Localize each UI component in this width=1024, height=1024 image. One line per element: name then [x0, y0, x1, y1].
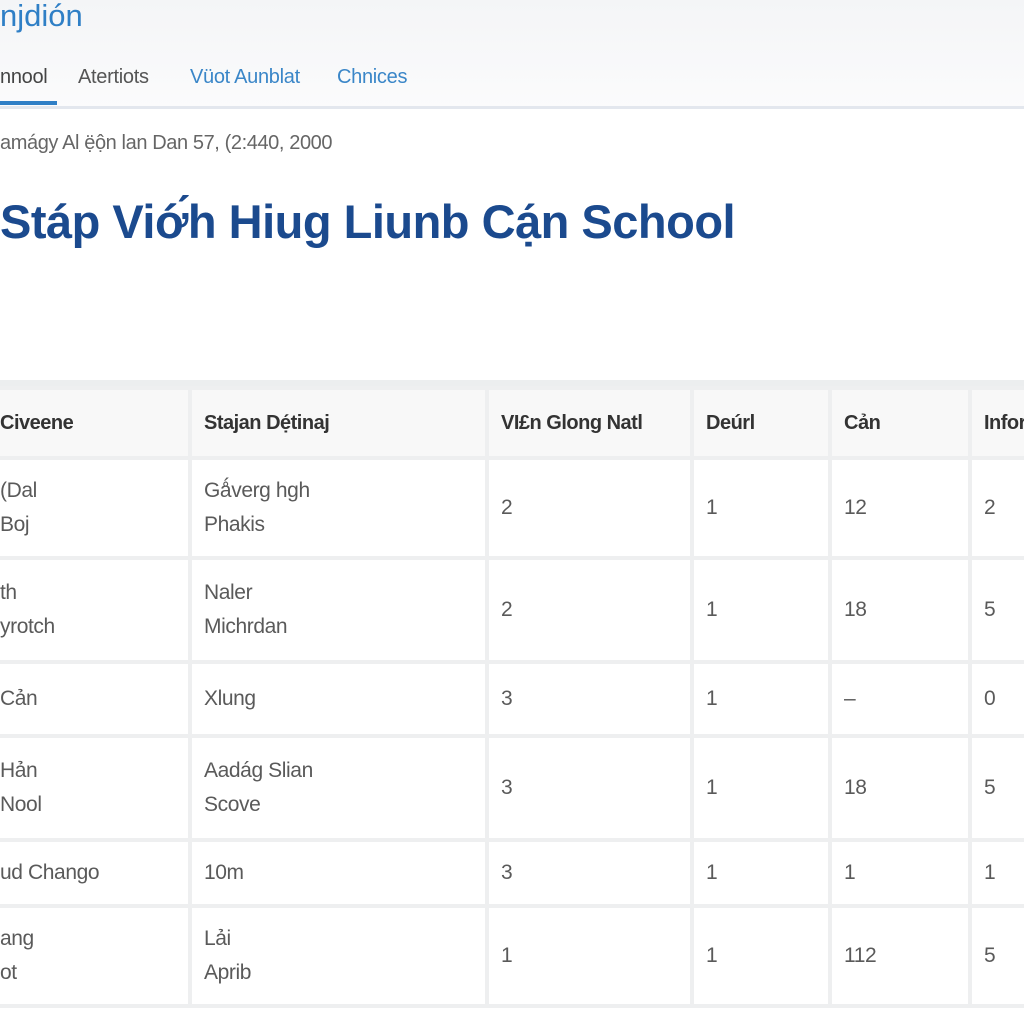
table-cell: 0 [968, 660, 1024, 738]
table-cell: 10m [188, 838, 489, 908]
table-cell: 18 [828, 556, 972, 664]
table-header-row: Civeene Stajan Dẹ́tinaj VI£n Glong Natl Deú… [0, 386, 1024, 460]
tab-choices[interactable]: Chnices [337, 66, 407, 89]
table-cell: 1 [828, 838, 972, 908]
column-header[interactable]: Cản [828, 386, 972, 460]
column-header[interactable]: VI£n Glong Natl [485, 386, 694, 460]
table-cell: 112 [828, 904, 972, 1008]
table-cell: Gǻverg hgh Phakis [188, 456, 489, 560]
table-row[interactable]: (Dal Boj Gǻverg hgh Phakis 2 1 12 2 [0, 456, 1024, 560]
table-cell: 1 [690, 456, 832, 560]
data-table: Civeene Stajan Dẹ́tinaj VI£n Glong Natl Deú… [0, 380, 1024, 1008]
table-cell: th yrotch [0, 556, 192, 664]
tab-school[interactable]: nnool [0, 66, 58, 105]
table-cell: 18 [828, 734, 972, 842]
table-cell: 5 [968, 904, 1024, 1008]
table-cell: Aadág Slian Scove [188, 734, 489, 842]
table-cell: 1 [690, 734, 832, 842]
table-row[interactable]: Cản Xlung 3 1–0 [0, 660, 1024, 738]
table-cell: 2 [968, 456, 1024, 560]
table-cell: 1 [690, 904, 832, 1008]
tab-about[interactable]: Vüot Aunblat [190, 66, 300, 89]
table-cell: 2 [485, 556, 694, 664]
table-cell: ud Chango [0, 838, 192, 908]
table-cell: 5 [968, 734, 1024, 842]
table-cell: 1 [485, 904, 694, 1008]
column-header[interactable]: Civeene [0, 386, 192, 460]
table-cell: 3 [485, 660, 694, 738]
table-cell: ang ot [0, 904, 192, 1008]
table-row[interactable]: ang ot Lải Aprib 1 1 112 5 [0, 904, 1024, 1008]
page-title: Stáp Viớ́h Hiug Liunb Cạ́n School [0, 195, 736, 248]
table-row[interactable]: Hản Nool Aadág Slian Scove 3 1 18 5 [0, 734, 1024, 842]
table-cell: 12 [828, 456, 972, 560]
page-meta: amágy Al ẹ̈ộn lan Dan 57, (2:440, 2000 [0, 132, 333, 154]
table-cell: (Dal Boj [0, 456, 192, 560]
table-row[interactable]: ud Chango 10m 3 1 1 1 [0, 838, 1024, 908]
table-cell: 1 [690, 556, 832, 664]
brand-logo[interactable]: njdión [0, 0, 83, 34]
table-cell: Hản Nool [0, 734, 192, 842]
table-cell: 1 [690, 660, 832, 738]
table-cell: 1 [968, 838, 1024, 908]
column-header[interactable]: Stajan Dẹ́tinaj [188, 386, 489, 460]
table-row[interactable]: th yrotch Naler Michrdan 2 1 18 5 [0, 556, 1024, 664]
table-cell: 2 [485, 456, 694, 560]
top-bar: njdión nnool Atertiots Vüot Aunblat Chni… [0, 0, 1024, 109]
table-cell: 3 [485, 734, 694, 842]
table-cell: Lải Aprib [188, 904, 489, 1008]
table-cell: Naler Michrdan [188, 556, 489, 664]
table-cell: 3 [485, 838, 694, 908]
tab-activities[interactable]: Atertiots [78, 66, 149, 89]
column-header[interactable]: Deúrl [690, 386, 832, 460]
table-cell: – [828, 660, 972, 738]
table-cell: 1 [690, 838, 832, 908]
nav-tabs: nnool Atertiots Vüot Aunblat Chnices [0, 62, 1024, 109]
table-cell: 5 [968, 556, 1024, 664]
column-header[interactable]: Infor [968, 386, 1024, 460]
table-cell: Cản [0, 660, 192, 738]
table-cell: Xlung [188, 660, 489, 738]
